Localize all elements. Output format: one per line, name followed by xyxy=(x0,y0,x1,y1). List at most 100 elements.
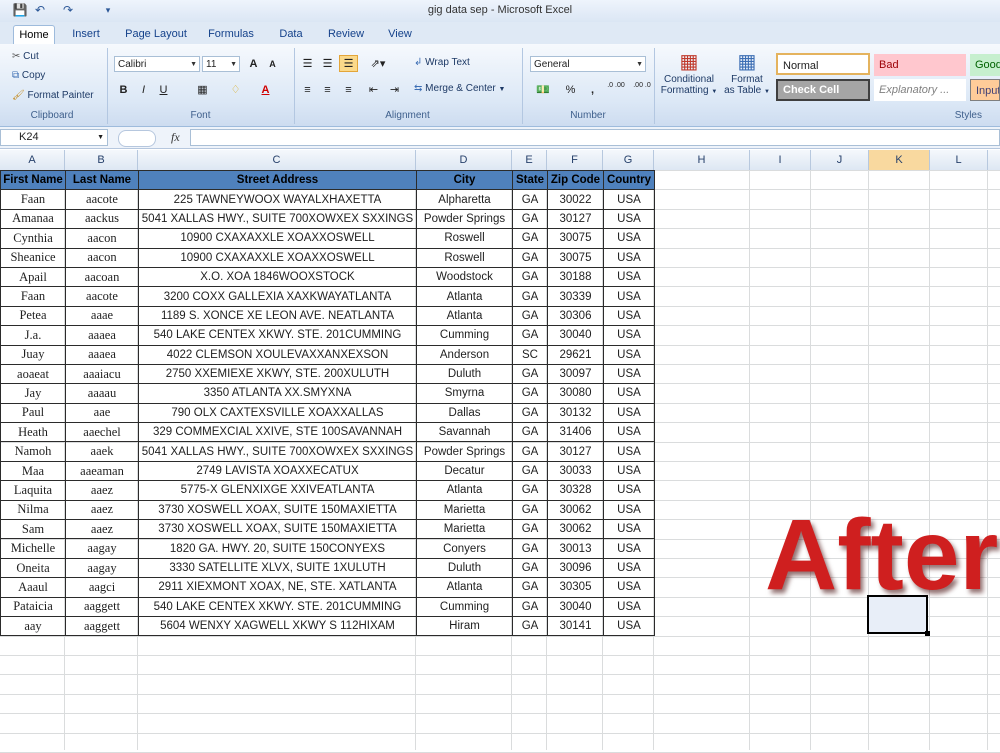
table-cell[interactable]: 30188 xyxy=(547,266,604,288)
table-cell[interactable]: 30328 xyxy=(547,480,604,501)
table-cell[interactable]: aacon xyxy=(65,228,139,249)
align-center-icon[interactable]: ≡ xyxy=(318,81,337,98)
table-cell[interactable]: 30080 xyxy=(547,383,604,404)
table-cell[interactable]: Atlanta xyxy=(416,286,513,307)
table-cell[interactable]: USA xyxy=(603,615,655,637)
table-cell[interactable]: 30141 xyxy=(547,615,604,637)
table-cell[interactable]: 3350 ATLANTA XX.SMYXNA xyxy=(138,383,417,404)
table-cell[interactable]: 540 LAKE CENTEX XKWY. STE. 201CUMMING xyxy=(138,325,417,346)
table-cell[interactable]: Duluth xyxy=(416,557,513,579)
table-cell[interactable]: Atlanta xyxy=(416,480,513,501)
table-cell[interactable]: Apail xyxy=(0,266,66,288)
table-cell[interactable]: GA xyxy=(512,422,548,443)
table-cell[interactable]: Cumming xyxy=(416,325,513,346)
table-cell[interactable]: 329 COMMEXCIAL XXIVE, STE 100SAVANNAH xyxy=(138,422,417,443)
table-header-cell[interactable]: Street Address xyxy=(138,169,417,191)
table-cell[interactable]: aacon xyxy=(65,247,139,268)
table-cell[interactable]: GA xyxy=(512,189,548,210)
table-cell[interactable]: GA xyxy=(512,305,548,327)
table-cell[interactable]: aaez xyxy=(65,480,139,501)
table-cell[interactable]: X.O. XOA 1846WOOXSTOCK xyxy=(138,266,417,288)
table-cell[interactable]: 5604 WENXY XAGWELL XKWY S 112HIXAM xyxy=(138,615,417,637)
table-cell[interactable]: 30306 xyxy=(547,305,604,327)
merge-center-button[interactable]: ⇆ Merge & Center ▼ xyxy=(414,83,505,94)
table-cell[interactable]: USA xyxy=(603,402,655,424)
table-cell[interactable]: aaechel xyxy=(65,422,139,443)
cut-button[interactable]: ✂ Cut xyxy=(12,51,39,62)
table-header-cell[interactable]: Zip Code xyxy=(547,169,604,191)
table-cell[interactable]: USA xyxy=(603,325,655,346)
table-cell[interactable]: USA xyxy=(603,286,655,307)
column-header-g[interactable]: G xyxy=(603,150,654,170)
table-cell[interactable]: USA xyxy=(603,228,655,249)
table-cell[interactable]: SC xyxy=(512,344,548,365)
decrease-decimal-button[interactable]: .00 .0 xyxy=(630,81,654,98)
table-cell[interactable]: GA xyxy=(512,266,548,288)
worksheet[interactable]: ABCDEFGHIJKL First Name Last Name Street A… xyxy=(0,150,1000,753)
table-cell[interactable]: aaggett xyxy=(65,596,139,617)
align-left-icon[interactable]: ≡ xyxy=(298,81,317,98)
table-cell[interactable]: 30040 xyxy=(547,596,604,617)
table-cell[interactable]: aagay xyxy=(65,538,139,559)
currency-icon[interactable]: 💵 xyxy=(530,81,556,98)
table-cell[interactable]: aaeaman xyxy=(65,460,139,482)
table-cell[interactable]: USA xyxy=(603,422,655,443)
align-bottom-icon[interactable]: ☰ xyxy=(339,55,358,72)
tab-page-layout[interactable]: Page Layout xyxy=(120,25,192,43)
table-header-cell[interactable]: First Name xyxy=(0,169,66,191)
table-cell[interactable]: 30096 xyxy=(547,557,604,579)
table-cell[interactable]: aaez xyxy=(65,499,139,521)
table-cell[interactable]: USA xyxy=(603,441,655,462)
table-cell[interactable]: 30062 xyxy=(547,519,604,540)
increase-indent-icon[interactable]: ⇥ xyxy=(385,81,404,98)
table-cell[interactable]: aaaea xyxy=(65,325,139,346)
table-cell[interactable]: GA xyxy=(512,480,548,501)
table-cell[interactable]: Sam xyxy=(0,519,66,540)
table-cell[interactable]: 30022 xyxy=(547,189,604,210)
table-cell[interactable]: GA xyxy=(512,460,548,482)
table-cell[interactable]: GA xyxy=(512,247,548,268)
tab-review[interactable]: Review xyxy=(323,25,369,43)
column-header-d[interactable]: D xyxy=(416,150,512,170)
align-right-icon[interactable]: ≡ xyxy=(339,81,358,98)
table-cell[interactable]: 30097 xyxy=(547,363,604,385)
table-cell[interactable]: GA xyxy=(512,325,548,346)
table-cell[interactable]: aaaiacu xyxy=(65,363,139,385)
table-cell[interactable]: 5775-X GLENXIXGE XXIVEATLANTA xyxy=(138,480,417,501)
style-bad[interactable]: Bad xyxy=(874,54,966,76)
table-cell[interactable]: GA xyxy=(512,519,548,540)
table-cell[interactable]: Savannah xyxy=(416,422,513,443)
grow-font-button[interactable]: A xyxy=(244,55,263,72)
table-header-cell[interactable]: Last Name xyxy=(65,169,139,191)
style-normal[interactable]: Normal xyxy=(776,53,870,75)
table-cell[interactable]: 30305 xyxy=(547,577,604,598)
table-cell[interactable]: USA xyxy=(603,344,655,365)
table-cell[interactable]: Woodstock xyxy=(416,266,513,288)
tab-insert[interactable]: Insert xyxy=(66,25,106,43)
table-cell[interactable]: J.a. xyxy=(0,325,66,346)
insert-function-button[interactable]: fx xyxy=(171,130,180,145)
table-cell[interactable]: GA xyxy=(512,363,548,385)
table-cell[interactable]: 3730 XOSWELL XOAX, SUITE 150MAXIETTA xyxy=(138,499,417,521)
table-cell[interactable]: Heath xyxy=(0,422,66,443)
table-header-cell[interactable]: State xyxy=(512,169,548,191)
font-color-icon[interactable]: A xyxy=(256,81,275,98)
table-cell[interactable]: Roswell xyxy=(416,247,513,268)
table-cell[interactable]: aaae xyxy=(65,305,139,327)
font-name-combo[interactable]: Calibri ▼ xyxy=(114,56,200,72)
column-header-k[interactable]: K xyxy=(869,150,930,170)
table-cell[interactable]: Powder Springs xyxy=(416,208,513,230)
table-cell[interactable]: 29621 xyxy=(547,344,604,365)
table-cell[interactable]: Paul xyxy=(0,402,66,424)
table-cell[interactable]: GA xyxy=(512,208,548,230)
table-cell[interactable]: Powder Springs xyxy=(416,441,513,462)
table-cell[interactable]: aaaau xyxy=(65,383,139,404)
decrease-indent-icon[interactable]: ⇤ xyxy=(364,81,383,98)
table-cell[interactable]: aaek xyxy=(65,441,139,462)
column-header-e[interactable]: E xyxy=(512,150,547,170)
table-cell[interactable]: GA xyxy=(512,615,548,637)
name-box[interactable]: K24 ▼ xyxy=(0,129,108,146)
table-cell[interactable]: 30127 xyxy=(547,441,604,462)
table-cell[interactable]: aoaeat xyxy=(0,363,66,385)
table-cell[interactable]: aay xyxy=(0,615,66,637)
